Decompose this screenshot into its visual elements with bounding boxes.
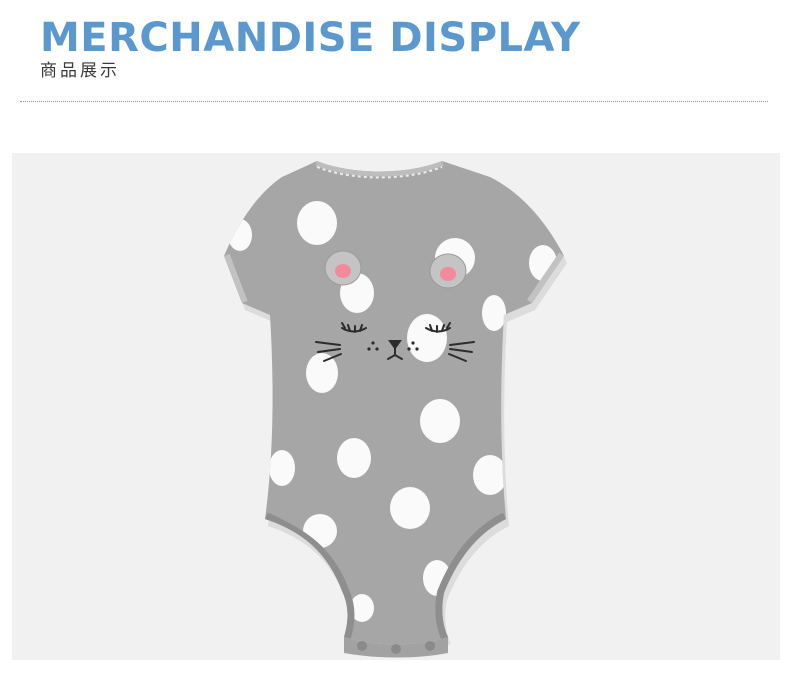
- product-photo: [12, 153, 780, 660]
- page-subtitle: 商品展示: [40, 61, 120, 81]
- onesie-icon: [224, 161, 567, 658]
- dotted-divider: [20, 101, 768, 102]
- section-header: MERCHANDISE DISPLAY 商品展示: [0, 0, 790, 110]
- page-title: MERCHANDISE DISPLAY: [40, 15, 581, 61]
